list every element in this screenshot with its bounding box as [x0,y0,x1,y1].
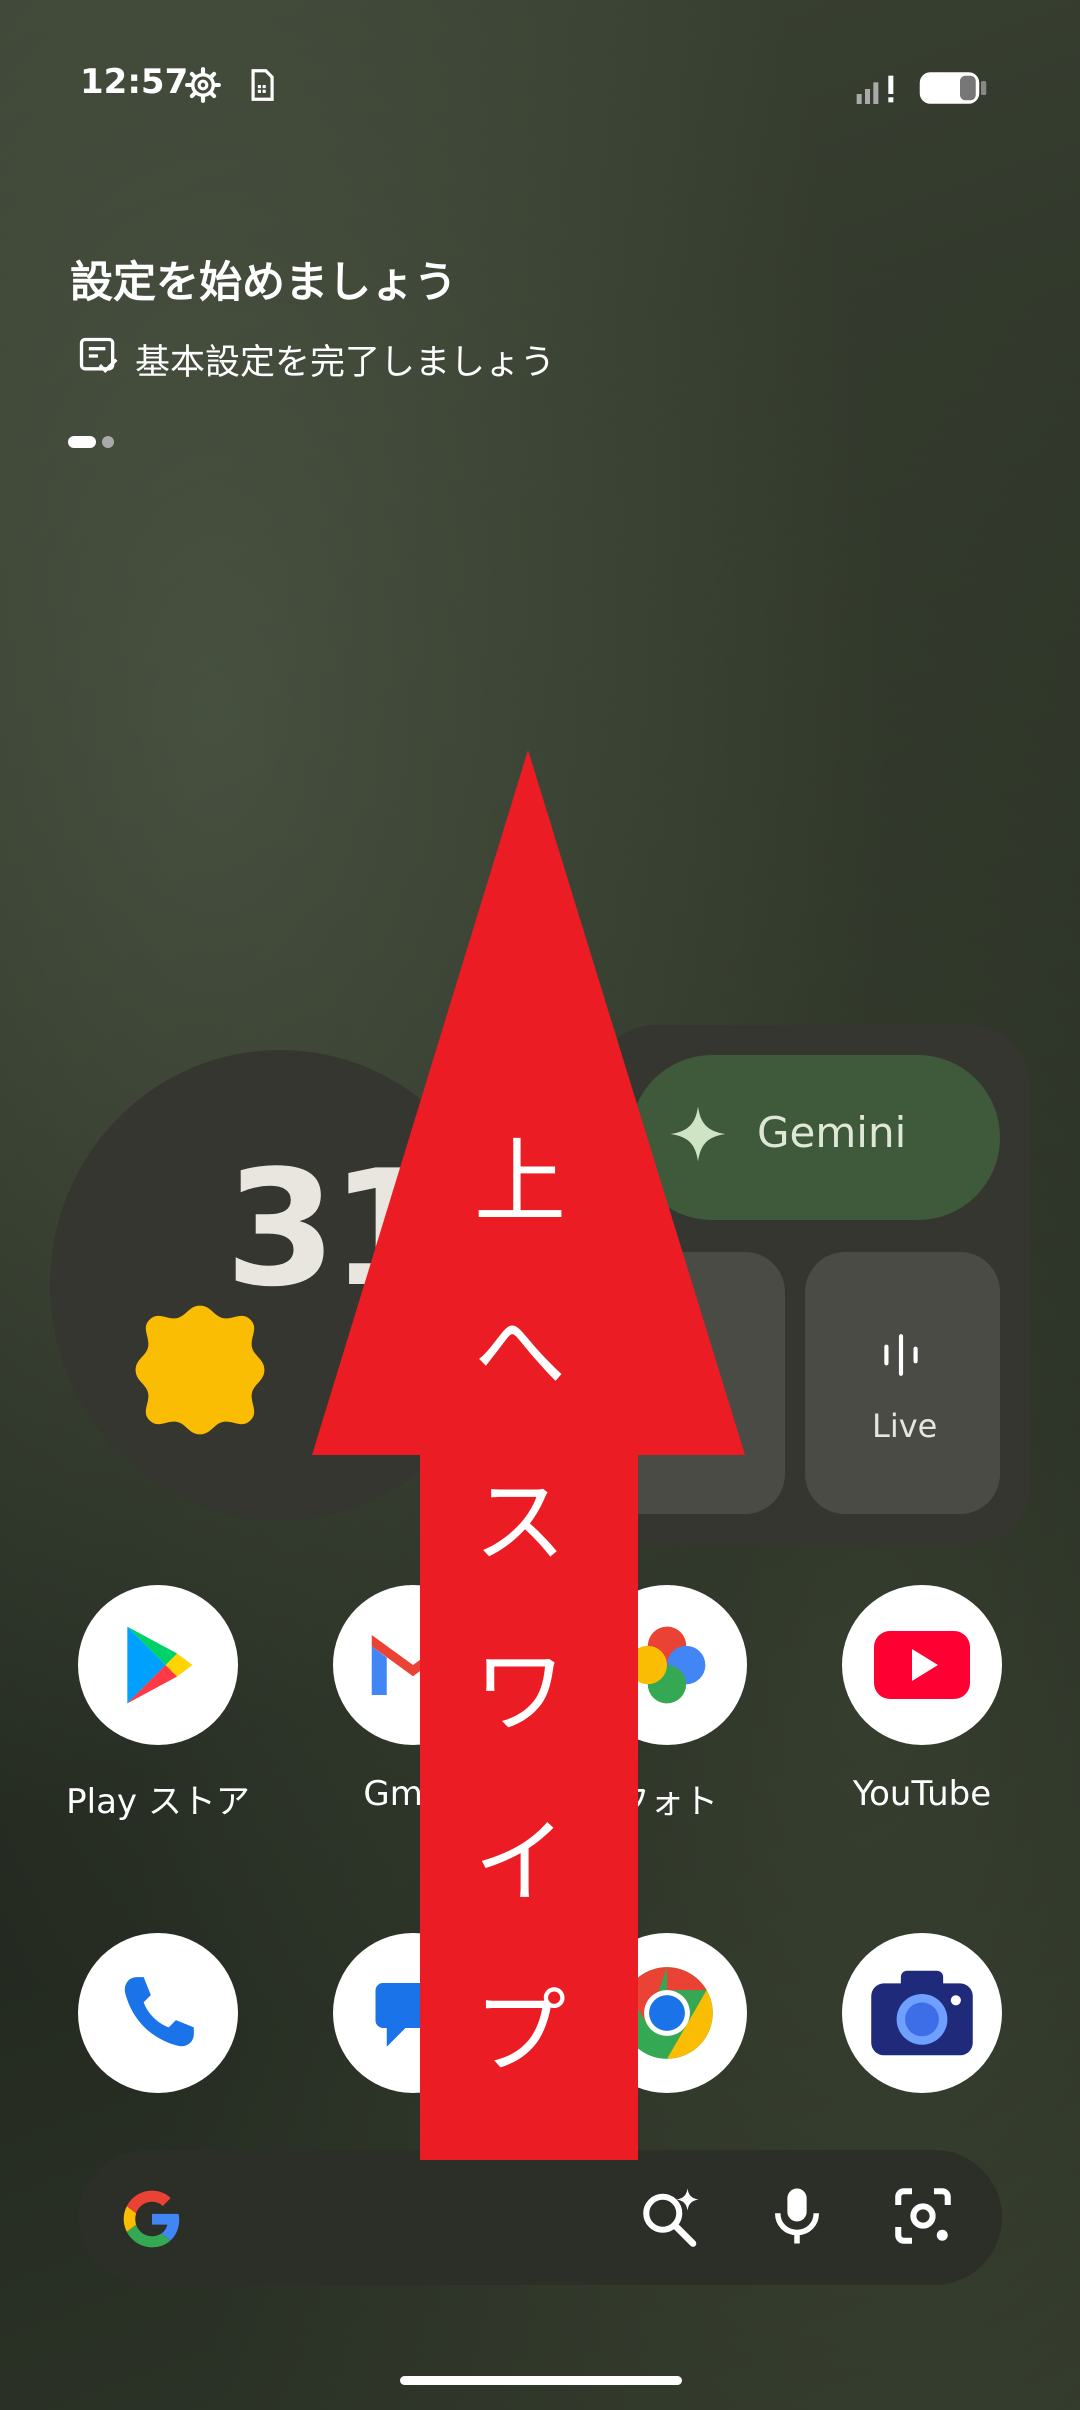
messages-app[interactable] [333,1933,493,2093]
live-label: Live [872,1407,938,1445]
search-sparkle-icon[interactable] [638,2183,704,2249]
play-store-label: Play ストア [66,1782,250,1822]
google-g-icon [123,2190,180,2248]
sim-card-icon [251,69,274,101]
photos-icon [628,1626,706,1704]
overlay-char: プ [473,1979,566,2086]
pager-dot-active [68,436,96,448]
lens-icon[interactable] [890,2183,956,2249]
play-store-icon [127,1626,193,1704]
live-waveform-icon [884,1334,918,1376]
gesture-nav-handle[interactable] [400,2376,682,2385]
chrome-app[interactable] [587,1933,747,2093]
status-time: 12:57 [80,62,189,102]
overlay-char: イ [473,1809,566,1916]
overlay-char: ワ [473,1639,566,1746]
overlay-char: ス [473,1469,566,1576]
youtube-app[interactable] [842,1585,1002,1745]
phone-icon [124,1977,194,2047]
phone-app[interactable] [78,1933,238,2093]
gemini-mic-tile[interactable] [590,1252,785,1514]
search-bar[interactable] [78,2150,1002,2285]
sparkle-icon [670,1106,726,1162]
pager-dot [102,436,114,448]
sun-icon [135,1305,265,1435]
battery-icon [919,72,987,104]
gemini-live-tile[interactable] [805,1252,1000,1514]
chrome-icon [621,1967,713,2059]
signal-alert-icon [856,75,894,104]
gmail-app[interactable] [333,1585,493,1745]
messages-icon [375,1983,451,2047]
mic-icon[interactable] [764,2183,830,2249]
photos-app[interactable] [587,1585,747,1745]
setup-card-title[interactable]: 設定を始めましょう [70,248,457,310]
gemini-label: Gemini [757,1108,907,1157]
weather-temperature: 31° [225,1135,516,1322]
overlay-char: へ [473,1299,566,1406]
youtube-icon [874,1631,970,1699]
camera-icon [871,1970,973,2056]
gmail-icon [371,1635,455,1695]
setup-card-subtitle[interactable]: 基本設定を完了しましょう [135,334,555,385]
photos-label: フォト [616,1782,718,1822]
play-store-app[interactable] [78,1585,238,1745]
setup-pager [68,433,120,452]
gear-icon [185,67,221,103]
youtube-label: YouTube [852,1774,992,1814]
checklist-icon [79,337,118,374]
overlay-char: 上 [473,1129,566,1236]
camera-app[interactable] [842,1933,1002,2093]
